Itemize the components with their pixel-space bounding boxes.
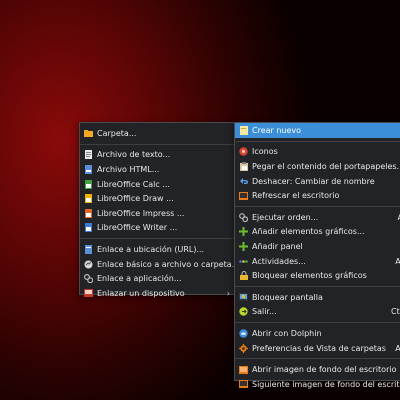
menu-item-link-file[interactable]: Enlace básico a archivo o carpeta... [80, 257, 239, 272]
device-icon [84, 289, 93, 298]
menu-item-impress[interactable]: LibreOffice Impress ... [80, 206, 236, 221]
next-wallpaper-icon [239, 380, 248, 389]
link-file-icon [84, 260, 93, 269]
menu-item-lock-screen[interactable]: Bloquear pantalla [235, 290, 400, 305]
menu-item-icons[interactable]: Iconos [235, 145, 400, 160]
dolphin-icon [239, 329, 248, 338]
menu-item-activities[interactable]: Actividades... Al [235, 254, 400, 269]
separator [235, 285, 400, 287]
menu-item-logout[interactable]: Salir... Ctr [235, 305, 400, 320]
menu-item-add-panel[interactable]: Añadir panel [235, 239, 400, 254]
logout-icon [239, 307, 248, 317]
menu-item-link-app[interactable]: Enlace a aplicación... [80, 271, 236, 286]
shortcut-label: Ctr [390, 307, 400, 317]
paste-icon [239, 161, 248, 171]
menu-item-lock-widgets[interactable]: Bloquear elementos gráficos [235, 268, 400, 283]
link-url-icon [84, 244, 93, 254]
folder-view-settings-icon [239, 343, 248, 353]
menu-item-next-wallpaper[interactable]: Siguiente imagen de fondo del escritorio [235, 377, 400, 392]
icons-icon [239, 147, 248, 157]
activities-icon [239, 257, 248, 266]
menu-item-text-file[interactable]: Archivo de texto... [80, 148, 236, 163]
text-file-icon [84, 150, 93, 160]
menu-item-link-device[interactable]: Enlazar un dispositivo › [80, 286, 236, 301]
folder-icon [84, 129, 93, 138]
separator [235, 322, 400, 324]
menu-item-paste[interactable]: Pegar el contenido del portapapeles... [235, 159, 400, 174]
submenu-arrow-icon: › [226, 288, 230, 298]
menu-item-add-widgets[interactable]: Añadir elementos gráficos... [235, 225, 400, 240]
shortcut-label: Al [395, 343, 400, 353]
undo-icon [239, 177, 248, 186]
separator [235, 140, 400, 142]
add-widgets-icon [239, 227, 248, 237]
link-app-icon [84, 274, 93, 284]
open-wallpaper-icon [239, 365, 248, 374]
menu-item-undo[interactable]: Deshacer: Cambiar de nombre [235, 174, 400, 189]
menu-item-folder-view-settings[interactable]: Preferencias de Vista de carpetas Al [235, 341, 400, 356]
draw-icon [84, 194, 93, 204]
writer-icon [84, 223, 93, 233]
refresh-desktop-icon [239, 191, 248, 200]
calc-icon [84, 179, 93, 189]
create-new-submenu: Carpeta... Archivo de texto... Archivo H… [79, 122, 239, 298]
menu-item-calc[interactable]: LibreOffice Calc ... [80, 177, 236, 192]
lock-widgets-icon [239, 271, 248, 281]
desktop-context-menu: Crear nuevo Iconos Pegar el contenido de… [234, 122, 400, 389]
menu-item-writer[interactable]: LibreOffice Writer ... [80, 221, 236, 236]
separator [80, 143, 236, 145]
menu-item-refresh-desktop[interactable]: Refrescar el escritorio [235, 188, 400, 203]
shortcut-label: Al [395, 256, 400, 266]
separator [235, 205, 400, 207]
separator [235, 358, 400, 360]
separator [80, 238, 236, 240]
menu-item-open-wallpaper[interactable]: Abrir imagen de fondo del escritorio [235, 362, 400, 377]
menu-item-draw[interactable]: LibreOffice Draw ... [80, 191, 236, 206]
impress-icon [84, 208, 93, 218]
lock-screen-icon [239, 293, 248, 302]
menu-item-run-command[interactable]: Ejecutar orden... A [235, 210, 400, 225]
create-new-icon [239, 125, 248, 135]
html-file-icon [84, 164, 93, 174]
menu-item-create-new[interactable]: Crear nuevo [235, 123, 400, 138]
menu-item-open-dolphin[interactable]: Abrir con Dolphin [235, 326, 400, 341]
menu-item-html-file[interactable]: Archivo HTML... [80, 162, 236, 177]
menu-item-folder[interactable]: Carpeta... [80, 126, 236, 141]
menu-item-link-url[interactable]: Enlace a ubicación (URL)... [80, 242, 236, 257]
add-panel-icon [239, 241, 248, 251]
run-command-icon [239, 212, 248, 222]
